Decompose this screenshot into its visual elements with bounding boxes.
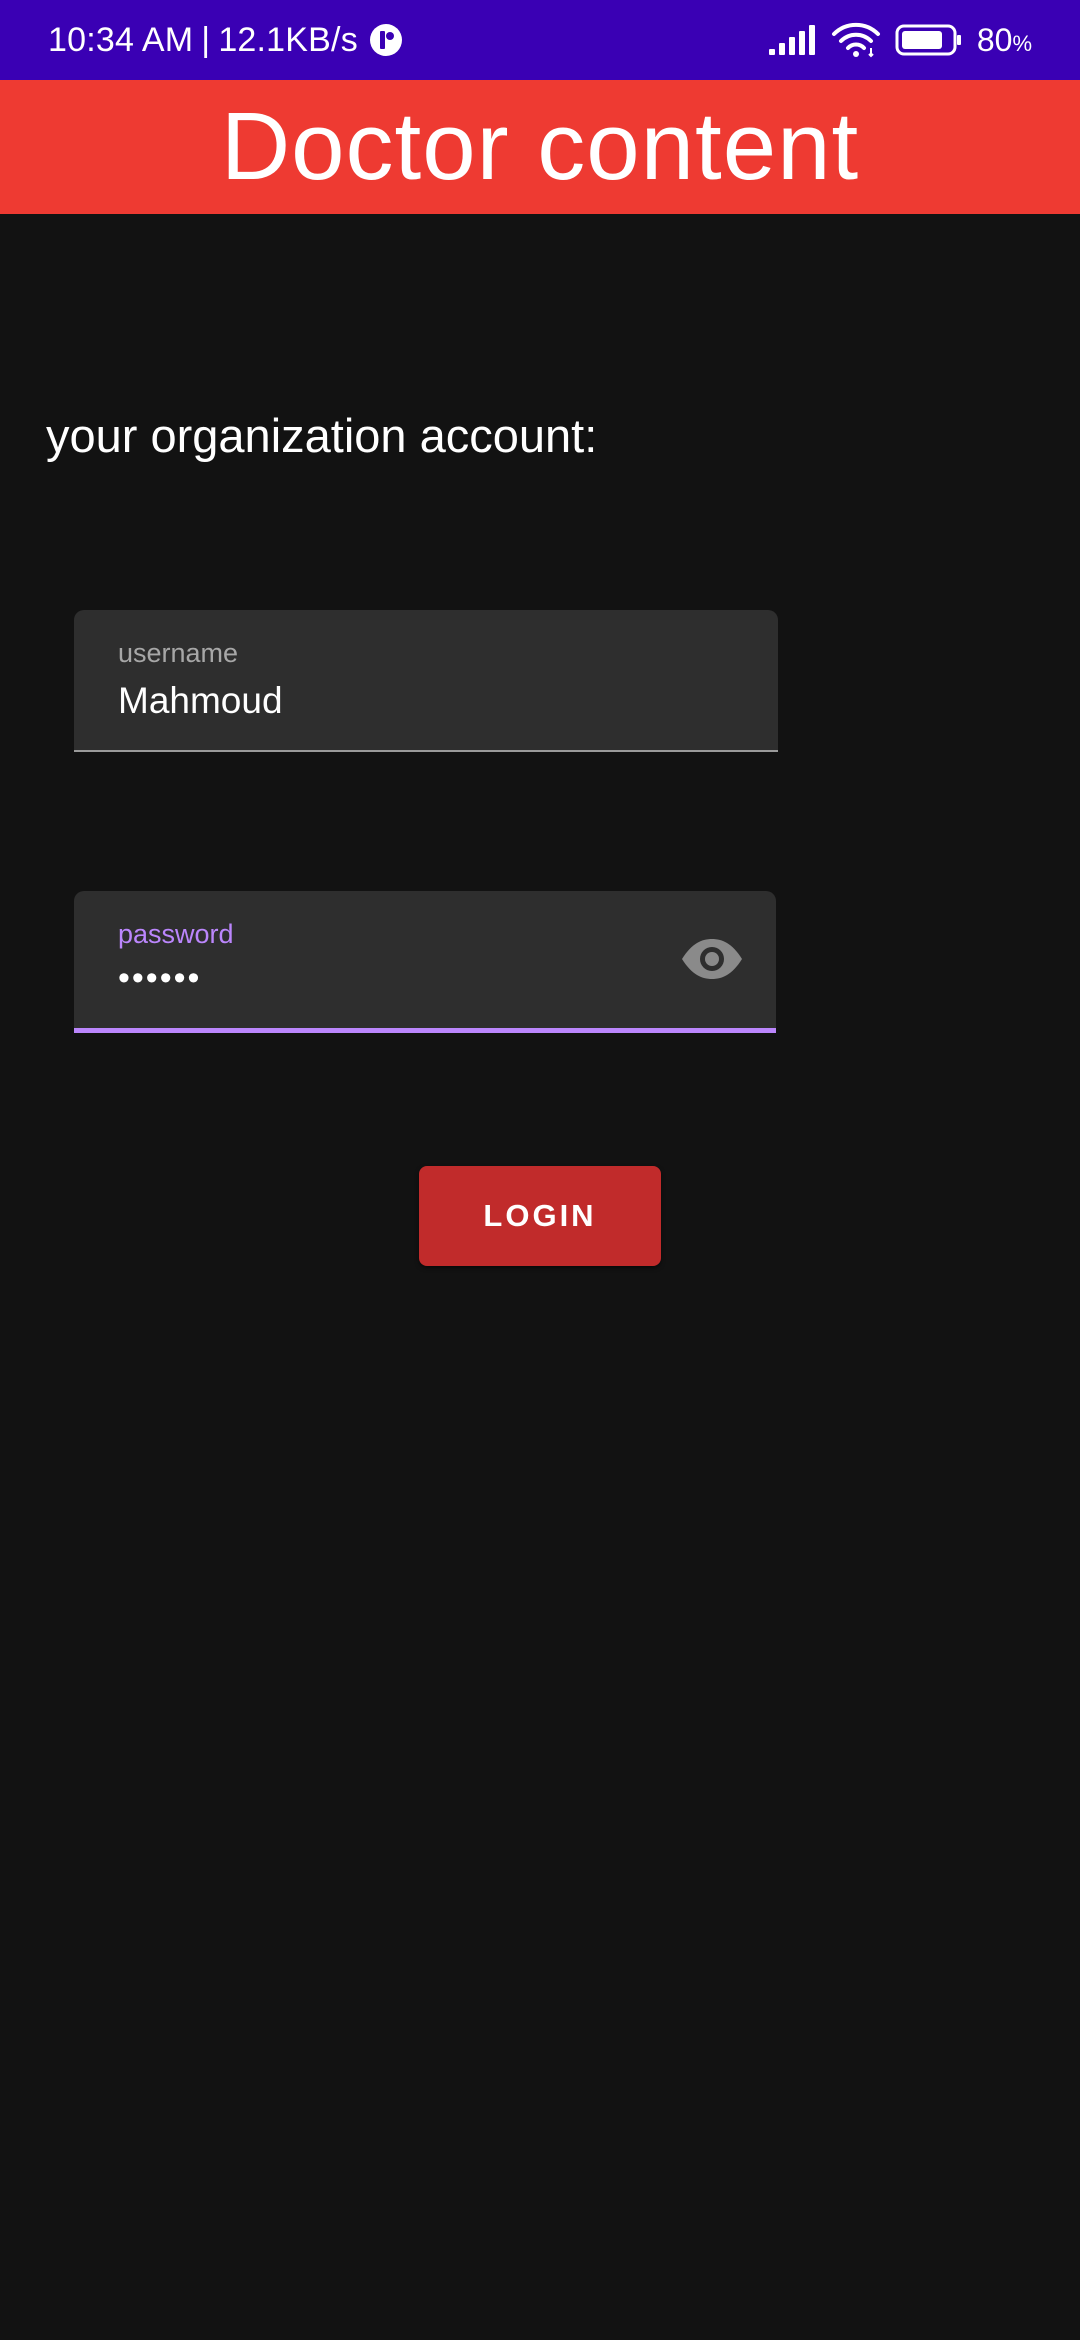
signal-icon <box>768 25 815 55</box>
password-label: password <box>118 919 234 949</box>
app-notification-icon <box>369 24 402 56</box>
status-time: 10:34 AM <box>48 20 194 59</box>
eye-icon[interactable] <box>680 937 744 981</box>
status-right: 80% <box>767 0 1032 80</box>
password-input[interactable]: •••••• <box>118 959 201 998</box>
password-field[interactable]: password •••••• <box>74 891 776 1033</box>
username-input[interactable]: Mahmoud <box>118 680 283 722</box>
account-prompt: your organization account: <box>46 409 598 462</box>
login-button[interactable]: LOGIN <box>419 1166 661 1266</box>
battery-unit: % <box>1012 30 1032 56</box>
app-title: Doctor content <box>220 93 860 200</box>
battery-value: 80 <box>976 21 1013 58</box>
status-separator: | <box>201 20 211 59</box>
username-field[interactable]: username Mahmoud <box>74 610 778 752</box>
wifi-icon <box>831 22 880 58</box>
app-bar: Doctor content <box>0 80 1080 214</box>
username-label: username <box>118 638 239 668</box>
battery-percentage: 80% <box>977 22 1032 59</box>
status-left: 10:34 AM | 12.1KB/s <box>48 0 404 80</box>
login-screen: 10:34 AM | 12.1KB/s 80% Doctor content y… <box>0 0 1080 2340</box>
battery-icon <box>895 24 961 56</box>
network-speed: 12.1KB/s <box>218 20 358 59</box>
status-bar: 10:34 AM | 12.1KB/s 80% <box>0 0 1080 80</box>
